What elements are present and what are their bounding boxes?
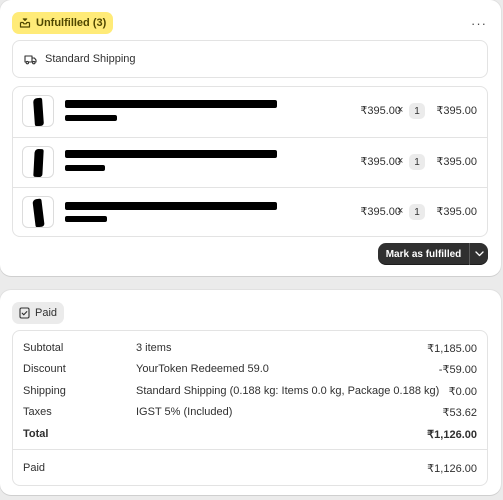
redacted-product-title — [65, 100, 277, 108]
subtotal-desc: 3 items — [136, 342, 172, 354]
shipping-method-label: Standard Shipping — [45, 53, 136, 65]
paid-receipt-icon — [19, 307, 30, 319]
unit-price: ₹395.00 — [360, 206, 401, 218]
payment-summary-box: Subtotal 3 items ₹1,185.00 Discount Your… — [12, 330, 488, 486]
redacted-product-title — [65, 150, 277, 158]
shipping-row: Shipping Standard Shipping (0.188 kg: It… — [23, 385, 477, 399]
taxes-desc: IGST 5% (Included) — [136, 406, 233, 418]
paid-label: Paid — [23, 462, 46, 474]
quantity-badge: 1 — [409, 154, 425, 170]
line-total: ₹395.00 — [436, 206, 477, 218]
unit-price: ₹395.00 — [360, 105, 401, 117]
taxes-amount: ₹53.62 — [442, 407, 477, 419]
redacted-product-variant — [65, 115, 117, 121]
times-sign: × — [397, 104, 404, 116]
shipping-method-box: Standard Shipping — [12, 40, 488, 78]
truck-icon — [24, 54, 37, 65]
subtotal-row: Subtotal 3 items ₹1,185.00 — [23, 342, 477, 356]
shipping-desc: Standard Shipping (0.188 kg: Items 0.0 k… — [136, 385, 440, 397]
mark-as-fulfilled-button[interactable]: Mark as fulfilled — [378, 243, 488, 265]
redacted-product-variant — [65, 165, 105, 171]
line-items-box: ₹395.00 × 1 ₹395.00 ₹395.00 × 1 ₹395.00 … — [12, 86, 488, 237]
taxes-label: Taxes — [23, 406, 52, 418]
times-sign: × — [397, 155, 404, 167]
taxes-row: Taxes IGST 5% (Included) ₹53.62 — [23, 406, 477, 420]
line-item[interactable]: ₹395.00 × 1 ₹395.00 — [13, 187, 487, 237]
fulfillment-options-dropdown[interactable] — [469, 243, 488, 265]
product-thumbnail[interactable] — [22, 196, 54, 228]
summary-divider — [13, 449, 487, 450]
shipping-label: Shipping — [23, 385, 66, 397]
discount-desc: YourToken Redeemed 59.0 — [136, 363, 269, 375]
more-actions-button[interactable]: ··· — [468, 12, 490, 34]
unfulfilled-label: Unfulfilled (3) — [36, 17, 107, 29]
discount-row: Discount YourToken Redeemed 59.0 -₹59.00 — [23, 363, 477, 377]
quantity-badge: 1 — [409, 103, 425, 119]
quantity-badge: 1 — [409, 204, 425, 220]
line-total: ₹395.00 — [436, 105, 477, 117]
subtotal-label: Subtotal — [23, 342, 64, 354]
subtotal-amount: ₹1,185.00 — [427, 343, 477, 355]
fulfillment-box-icon — [19, 17, 31, 29]
redacted-product-title — [65, 202, 277, 210]
paid-amount: ₹1,126.00 — [427, 463, 477, 475]
total-label: Total — [23, 428, 49, 440]
line-total: ₹395.00 — [436, 156, 477, 168]
line-item[interactable]: ₹395.00 × 1 ₹395.00 — [13, 87, 487, 137]
discount-label: Discount — [23, 363, 66, 375]
chevron-down-icon — [474, 251, 484, 257]
paid-row: Paid ₹1,126.00 — [23, 462, 477, 476]
total-row: Total ₹1,126.00 — [23, 428, 477, 442]
discount-amount: -₹59.00 — [438, 364, 477, 376]
product-thumbnail[interactable] — [22, 95, 54, 127]
redacted-product-variant — [65, 216, 107, 222]
paid-badge-label: Paid — [35, 307, 58, 319]
unfulfilled-badge: Unfulfilled (3) — [12, 12, 114, 34]
times-sign: × — [397, 205, 404, 217]
unit-price: ₹395.00 — [360, 156, 401, 168]
shipping-amount: ₹0.00 — [448, 386, 477, 398]
paid-badge: Paid — [12, 302, 65, 324]
total-amount: ₹1,126.00 — [427, 429, 477, 441]
line-item[interactable]: ₹395.00 × 1 ₹395.00 — [13, 137, 487, 187]
mark-as-fulfilled-label[interactable]: Mark as fulfilled — [378, 243, 469, 265]
product-thumbnail[interactable] — [22, 146, 54, 178]
